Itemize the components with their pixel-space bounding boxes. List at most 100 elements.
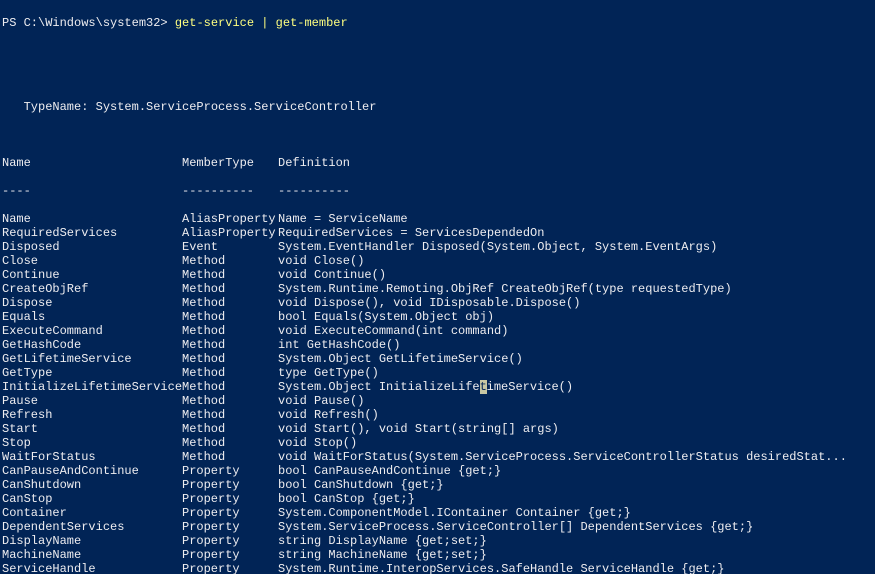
header-definition-underline: ---------- xyxy=(278,184,873,198)
member-type: AliasProperty xyxy=(182,226,278,240)
member-name: CanPauseAndContinue xyxy=(2,464,182,478)
member-row: GetLifetimeServiceMethodSystem.Object Ge… xyxy=(2,352,873,366)
command-get-service: get-service xyxy=(175,16,254,30)
member-name: Continue xyxy=(2,268,182,282)
member-definition: void Close() xyxy=(278,254,873,268)
member-type: Method xyxy=(182,282,278,296)
member-definition: int GetHashCode() xyxy=(278,338,873,352)
member-row: DependentServicesPropertySystem.ServiceP… xyxy=(2,520,873,534)
member-definition: Name = ServiceName xyxy=(278,212,873,226)
member-row: CanPauseAndContinuePropertybool CanPause… xyxy=(2,464,873,478)
member-name: Close xyxy=(2,254,182,268)
member-type: Method xyxy=(182,436,278,450)
member-name: CanStop xyxy=(2,492,182,506)
member-type: Property xyxy=(182,548,278,562)
member-row: DisplayNamePropertystring DisplayName {g… xyxy=(2,534,873,548)
member-row: InitializeLifetimeServiceMethodSystem.Ob… xyxy=(2,380,873,394)
member-row: EqualsMethodbool Equals(System.Object ob… xyxy=(2,310,873,324)
member-name: Dispose xyxy=(2,296,182,310)
member-definition: bool CanStop {get;} xyxy=(278,492,873,506)
blank-line xyxy=(2,72,873,86)
member-definition: void Stop() xyxy=(278,436,873,450)
powershell-terminal[interactable]: PS C:\Windows\system32> get-service | ge… xyxy=(0,0,875,574)
header-underline-row: ------------------------ xyxy=(2,184,873,198)
typename-line: TypeName: System.ServiceProcess.ServiceC… xyxy=(2,100,873,114)
member-type: Method xyxy=(182,268,278,282)
member-name: RequiredServices xyxy=(2,226,182,240)
member-row: StopMethodvoid Stop() xyxy=(2,436,873,450)
member-definition: type GetType() xyxy=(278,366,873,380)
member-definition: System.EventHandler Disposed(System.Obje… xyxy=(278,240,873,254)
header-name-underline: ---- xyxy=(2,184,182,198)
member-name: Stop xyxy=(2,436,182,450)
member-type: Method xyxy=(182,450,278,464)
header-name: Name xyxy=(2,156,182,170)
member-name: InitializeLifetimeService xyxy=(2,380,182,394)
member-definition: System.Object GetLifetimeService() xyxy=(278,352,873,366)
member-type: Method xyxy=(182,366,278,380)
member-name: Disposed xyxy=(2,240,182,254)
member-name: Container xyxy=(2,506,182,520)
def-text-before-cursor: System.Object InitializeLife xyxy=(278,380,480,394)
member-row: StartMethodvoid Start(), void Start(stri… xyxy=(2,422,873,436)
member-name: Refresh xyxy=(2,408,182,422)
member-name: CanShutdown xyxy=(2,478,182,492)
member-definition: string MachineName {get;set;} xyxy=(278,548,873,562)
member-definition: void Continue() xyxy=(278,268,873,282)
member-name: Pause xyxy=(2,394,182,408)
header-row: NameMemberTypeDefinition xyxy=(2,156,873,170)
member-rows: NameAliasPropertyName = ServiceNameRequi… xyxy=(2,212,873,574)
member-row: RefreshMethodvoid Refresh() xyxy=(2,408,873,422)
member-definition: void WaitForStatus(System.ServiceProcess… xyxy=(278,450,873,464)
member-type: Method xyxy=(182,380,278,394)
member-definition: System.Runtime.InteropServices.SafeHandl… xyxy=(278,562,873,574)
member-definition: bool CanPauseAndContinue {get;} xyxy=(278,464,873,478)
member-type: Method xyxy=(182,422,278,436)
member-definition: string DisplayName {get;set;} xyxy=(278,534,873,548)
member-row: WaitForStatusMethodvoid WaitForStatus(Sy… xyxy=(2,450,873,464)
member-type: Property xyxy=(182,534,278,548)
member-type: Method xyxy=(182,352,278,366)
command-get-member: get-member xyxy=(276,16,348,30)
member-definition: void Start(), void Start(string[] args) xyxy=(278,422,873,436)
member-row: CloseMethodvoid Close() xyxy=(2,254,873,268)
member-definition: void ExecuteCommand(int command) xyxy=(278,324,873,338)
member-row: CreateObjRefMethodSystem.Runtime.Remotin… xyxy=(2,282,873,296)
prompt-line: PS C:\Windows\system32> get-service | ge… xyxy=(2,16,873,30)
member-row: ContinueMethodvoid Continue() xyxy=(2,268,873,282)
member-name: CreateObjRef xyxy=(2,282,182,296)
member-row: PauseMethodvoid Pause() xyxy=(2,394,873,408)
member-definition: bool Equals(System.Object obj) xyxy=(278,310,873,324)
blank-line xyxy=(2,128,873,142)
member-type: Property xyxy=(182,492,278,506)
header-definition: Definition xyxy=(278,156,873,170)
member-name: ExecuteCommand xyxy=(2,324,182,338)
member-name: GetType xyxy=(2,366,182,380)
member-definition: System.Object InitializeLifetimeService(… xyxy=(278,380,873,394)
text-cursor: t xyxy=(480,380,487,394)
prompt-path: PS C:\Windows\system32> xyxy=(2,16,168,30)
member-name: Start xyxy=(2,422,182,436)
member-type: Property xyxy=(182,478,278,492)
member-name: DependentServices xyxy=(2,520,182,534)
member-name: MachineName xyxy=(2,548,182,562)
member-type: Method xyxy=(182,394,278,408)
blank-line xyxy=(2,44,873,58)
member-row: ExecuteCommandMethodvoid ExecuteCommand(… xyxy=(2,324,873,338)
member-row: CanStopPropertybool CanStop {get;} xyxy=(2,492,873,506)
member-row: DisposedEventSystem.EventHandler Dispose… xyxy=(2,240,873,254)
member-type: AliasProperty xyxy=(182,212,278,226)
member-type: Property xyxy=(182,464,278,478)
member-type: Method xyxy=(182,408,278,422)
pipe-operator: | xyxy=(261,16,268,30)
member-row: GetHashCodeMethodint GetHashCode() xyxy=(2,338,873,352)
member-type: Event xyxy=(182,240,278,254)
member-name: GetHashCode xyxy=(2,338,182,352)
member-name: DisplayName xyxy=(2,534,182,548)
member-name: ServiceHandle xyxy=(2,562,182,574)
member-type: Method xyxy=(182,296,278,310)
member-definition: System.ComponentModel.IContainer Contain… xyxy=(278,506,873,520)
member-definition: RequiredServices = ServicesDependedOn xyxy=(278,226,873,240)
member-definition: void Dispose(), void IDisposable.Dispose… xyxy=(278,296,873,310)
member-name: WaitForStatus xyxy=(2,450,182,464)
